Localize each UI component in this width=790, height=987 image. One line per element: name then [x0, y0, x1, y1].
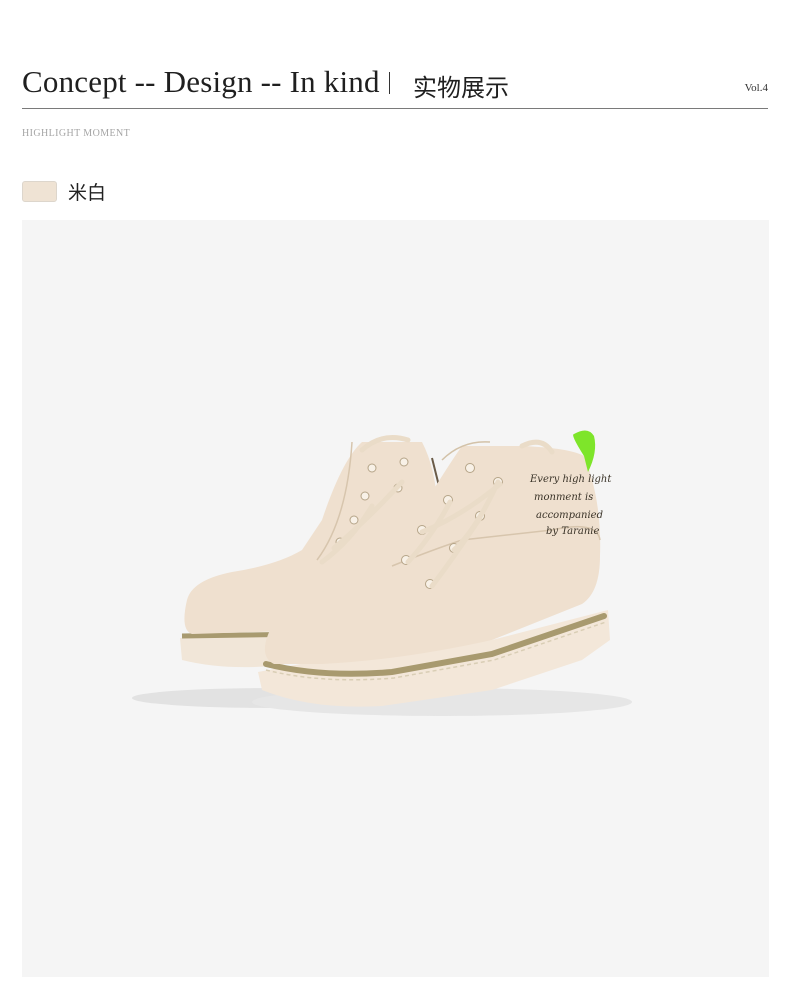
boot-text-line-4: by Taranie — [546, 526, 599, 537]
page-subtitle: 实物展示 — [413, 74, 509, 102]
color-name: 米白 — [68, 181, 107, 204]
color-option[interactable]: 米白 — [22, 178, 106, 204]
section-caption: HIGHLIGHT MOMENT — [22, 128, 131, 139]
boot-text-line-1: Every high light — [529, 474, 612, 485]
product-photo: Every high light monment is accompanied … — [22, 220, 769, 977]
title-separator — [389, 72, 390, 94]
page-header: Concept -- Design -- In kind 实物展示 Vol.4 — [22, 60, 768, 109]
boot-text-line-3: accompanied — [536, 510, 603, 521]
color-swatch[interactable] — [22, 180, 57, 202]
page-title: Concept -- Design -- In kind — [22, 64, 380, 99]
boot-text-line-2: monment is — [534, 492, 593, 503]
boots-illustration: Every high light monment is accompanied … — [132, 430, 632, 716]
volume-label: Vol.4 — [744, 82, 768, 94]
